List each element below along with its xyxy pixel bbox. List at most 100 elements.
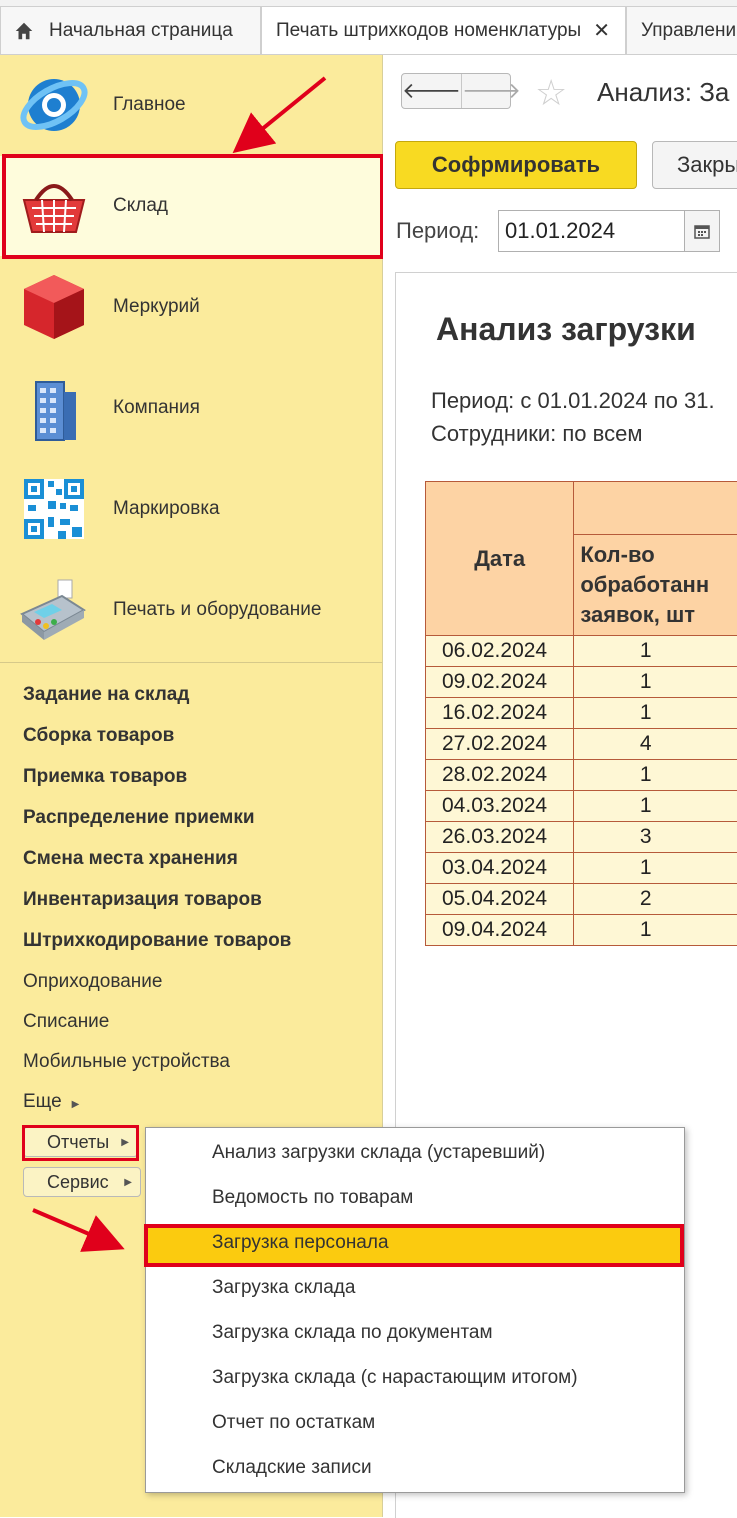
column-header-group — [574, 482, 737, 535]
cell-date: 03.04.2024 — [426, 853, 574, 884]
close-icon[interactable]: ✕ — [593, 18, 610, 43]
favorite-star-icon[interactable]: ☆ — [535, 73, 567, 113]
annotation-box-warehouse — [2, 154, 384, 259]
menu-item-stock-report[interactable]: Отчет по остаткам — [212, 1412, 375, 1434]
sidebar-section-marking[interactable]: Маркировка — [0, 459, 382, 559]
globe-logo-icon — [18, 69, 90, 141]
menu-item-warehouse-load-cumulative[interactable]: Загрузка склада (с нарастающим итогом) — [212, 1367, 578, 1389]
generate-button[interactable]: Софрмировать — [395, 141, 637, 189]
cell-date: 16.02.2024 — [426, 698, 574, 729]
more-link[interactable]: Еще ▶ — [23, 1091, 79, 1113]
table-row: 09.02.20241 — [426, 667, 737, 698]
page-title: Анализ: За — [597, 77, 729, 108]
command-barcoding[interactable]: Штрихкодирование товаров — [23, 930, 291, 952]
tab-management[interactable]: Управлени — [626, 6, 737, 54]
building-icon — [18, 372, 90, 444]
more-label: Еще — [23, 1091, 62, 1112]
cell-count: 1 — [574, 853, 737, 884]
sidebar-section-label: Главное — [113, 94, 186, 116]
command-mobile-devices[interactable]: Мобильные устройства — [23, 1051, 230, 1073]
menu-item-warehouse-records[interactable]: Складские записи — [212, 1457, 372, 1479]
menu-item-warehouse-load-analysis-old[interactable]: Анализ загрузки склада (устаревший) — [212, 1142, 545, 1164]
cell-count: 1 — [574, 698, 737, 729]
command-capitalization[interactable]: Оприходование — [23, 971, 162, 993]
cell-count: 4 — [574, 729, 737, 760]
table-row: 26.03.20243 — [426, 822, 737, 853]
sidebar-section-main[interactable]: Главное — [0, 55, 382, 155]
command-inventory[interactable]: Инвентаризация товаров — [23, 889, 262, 911]
cell-count: 3 — [574, 822, 737, 853]
command-receipt-distribution[interactable]: Распределение приемки — [23, 807, 255, 829]
cell-count: 2 — [574, 884, 737, 915]
tab-label: Печать штрихкодов номенклатуры — [262, 20, 581, 42]
menu-item-staff-load[interactable]: Загрузка персонала — [212, 1232, 389, 1254]
sidebar-section-mercury[interactable]: Меркурий — [0, 257, 382, 357]
back-arrow-icon[interactable]: 🡐 — [402, 74, 461, 108]
sidebar-section-label: Печать и оборудование — [113, 599, 321, 621]
sidebar-divider — [0, 662, 382, 663]
service-button[interactable]: Сервис ▶ — [23, 1167, 141, 1197]
cell-count: 1 — [574, 667, 737, 698]
chevron-right-icon: ▶ — [124, 1177, 132, 1188]
cell-date: 27.02.2024 — [426, 729, 574, 760]
cell-count: 1 — [574, 915, 737, 946]
sidebar-section-company[interactable]: Компания — [0, 358, 382, 458]
annotation-box-reports — [22, 1125, 139, 1161]
menu-item-warehouse-load[interactable]: Загрузка склада — [212, 1277, 355, 1299]
report-employees-line: Сотрудники: по всем — [431, 421, 642, 447]
cell-date: 09.04.2024 — [426, 915, 574, 946]
qr-code-icon — [18, 473, 90, 545]
cell-count: 1 — [574, 791, 737, 822]
chevron-right-icon: ▶ — [72, 1099, 80, 1110]
report-table: Дата Кол-во обработанн заявок, шт 06.02.… — [425, 481, 737, 946]
table-row: 27.02.20244 — [426, 729, 737, 760]
reports-menu: Анализ загрузки склада (устаревший) Ведо… — [145, 1127, 685, 1493]
menu-item-goods-statement[interactable]: Ведомость по товарам — [212, 1187, 413, 1209]
sidebar-section-label: Компания — [113, 397, 200, 419]
payment-terminal-icon — [18, 574, 90, 646]
cell-date: 06.02.2024 — [426, 636, 574, 667]
navigation-buttons: 🡐 🡒 — [401, 73, 511, 109]
table-row: 05.04.20242 — [426, 884, 737, 915]
command-storage-change[interactable]: Смена места хранения — [23, 848, 238, 870]
cell-date: 28.02.2024 — [426, 760, 574, 791]
cell-date: 04.03.2024 — [426, 791, 574, 822]
period-start-input[interactable]: 01.01.2024 — [498, 210, 686, 252]
report-period-line: Период: с 01.01.2024 по 31. — [431, 388, 715, 414]
period-label: Период: — [396, 218, 479, 244]
sidebar-section-label: Меркурий — [113, 296, 200, 318]
tab-bar: Начальная страница Печать штрихкодов ном… — [0, 0, 737, 55]
command-goods-assembly[interactable]: Сборка товаров — [23, 725, 174, 747]
table-row: 04.03.20241 — [426, 791, 737, 822]
cell-date: 09.02.2024 — [426, 667, 574, 698]
table-row: 09.04.20241 — [426, 915, 737, 946]
forward-arrow-icon[interactable]: 🡒 — [461, 74, 521, 108]
table-row: 03.04.20241 — [426, 853, 737, 884]
table-row: 16.02.20241 — [426, 698, 737, 729]
tab-barcode-print[interactable]: Печать штрихкодов номенклатуры ✕ — [261, 6, 626, 54]
calendar-icon[interactable] — [684, 210, 720, 252]
sidebar-section-print-equipment[interactable]: Печать и оборудование — [0, 560, 382, 660]
close-button[interactable]: Закры — [652, 141, 737, 189]
cell-count: 1 — [574, 636, 737, 667]
command-write-off[interactable]: Списание — [23, 1011, 109, 1033]
cell-date: 05.04.2024 — [426, 884, 574, 915]
report-title: Анализ загрузки — [436, 311, 696, 348]
command-goods-receipt[interactable]: Приемка товаров — [23, 766, 187, 788]
table-header-row: Дата — [426, 482, 737, 535]
service-label: Сервис — [47, 1172, 109, 1193]
command-warehouse-task[interactable]: Задание на склад — [23, 684, 189, 706]
tab-label: Начальная страница — [35, 20, 233, 42]
tab-label: Управлени — [627, 20, 736, 42]
home-icon — [13, 20, 35, 42]
menu-item-warehouse-load-by-documents[interactable]: Загрузка склада по документам — [212, 1322, 493, 1344]
red-cube-icon — [18, 271, 90, 343]
table-row: 06.02.20241 — [426, 636, 737, 667]
column-header-date: Дата — [426, 482, 574, 636]
cell-count: 1 — [574, 760, 737, 791]
sidebar-section-label: Маркировка — [113, 498, 220, 520]
column-header-count: Кол-во обработанн заявок, шт — [574, 535, 737, 636]
cell-date: 26.03.2024 — [426, 822, 574, 853]
table-row: 28.02.20241 — [426, 760, 737, 791]
tab-home[interactable]: Начальная страница — [0, 6, 261, 54]
